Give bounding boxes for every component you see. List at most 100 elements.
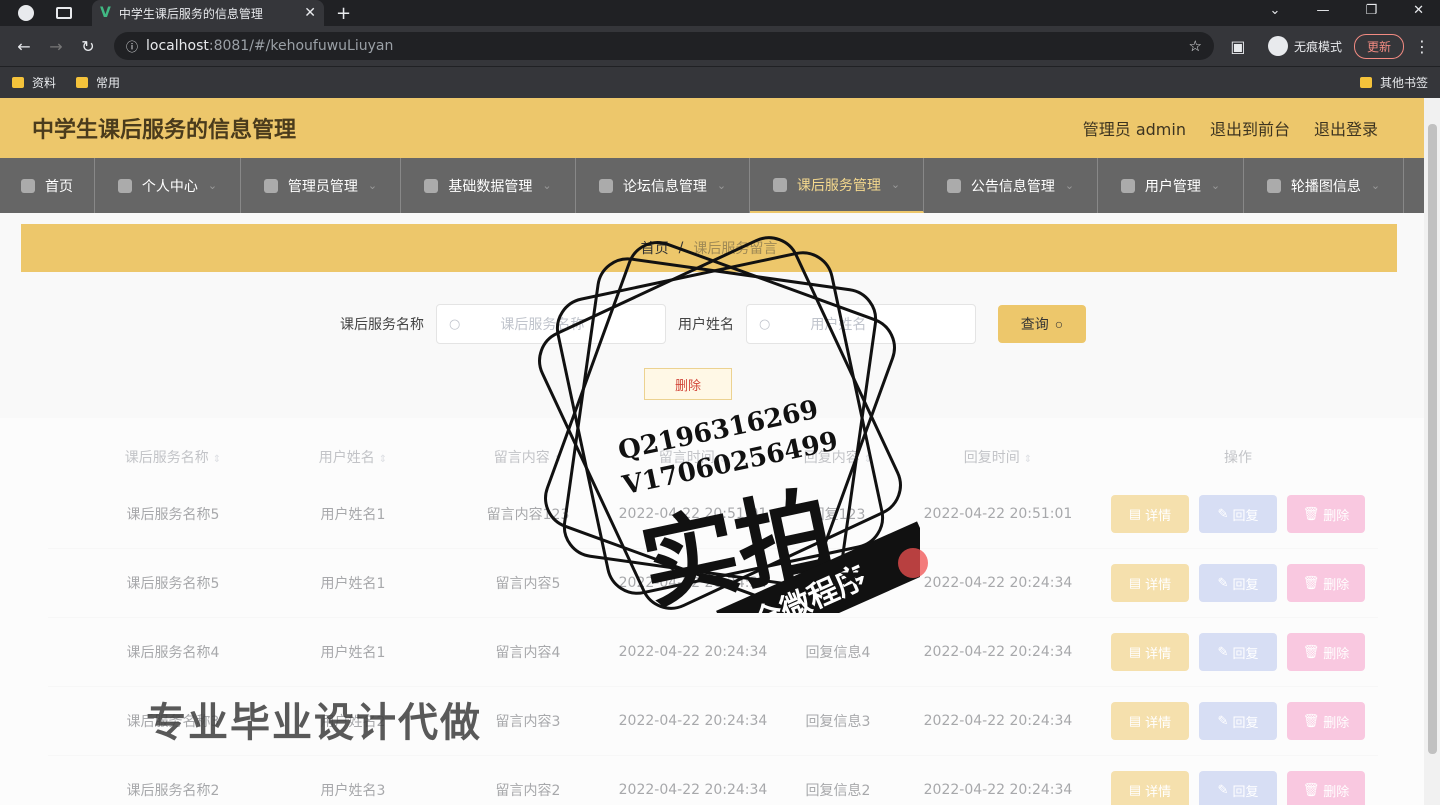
- bookmark-folder[interactable]: 常用: [76, 74, 120, 91]
- new-tab-icon[interactable]: +: [336, 3, 351, 24]
- reply-button[interactable]: ✎ 回复: [1199, 702, 1277, 740]
- compass-icon: [772, 177, 787, 192]
- menu-item-carousel[interactable]: 轮播图信息 ⌄: [1244, 158, 1404, 213]
- update-button[interactable]: 更新: [1353, 33, 1404, 59]
- page-scrollbar[interactable]: [1424, 98, 1440, 805]
- to-front-link[interactable]: 退出到前台: [1210, 116, 1290, 140]
- reply-button[interactable]: ✎ 回复: [1199, 633, 1277, 671]
- browser-tab[interactable]: V 中学生课后服务的信息管理 ✕: [92, 0, 324, 26]
- delete-button[interactable]: 🗑 删除: [1287, 564, 1365, 602]
- query-button[interactable]: 查询 ○: [998, 305, 1086, 343]
- table-body: 课后服务名称5 用户姓名1 留言内容123 2022-04-22 20:51:01 回复…: [48, 480, 1378, 805]
- incognito-indicator[interactable]: 无痕模式: [1267, 36, 1342, 56]
- bookmark-star-icon[interactable]: ☆: [1189, 37, 1202, 55]
- column-header[interactable]: 回复内容 ⇕: [778, 447, 898, 467]
- delete-button[interactable]: 🗑 删除: [1287, 771, 1365, 805]
- menu-item-label: 课后服务管理: [796, 177, 881, 194]
- edit-icon: ✎: [1217, 644, 1229, 659]
- menu-item-base-data[interactable]: 基础数据管理 ⌄: [401, 158, 576, 213]
- delete-button[interactable]: 🗑 删除: [1287, 702, 1365, 740]
- detail-button[interactable]: ▤ 详情: [1111, 495, 1189, 533]
- trash-icon: 🗑: [1302, 644, 1320, 659]
- logout-link[interactable]: 退出登录: [1314, 116, 1378, 140]
- incognito-label: 无痕模式: [1293, 39, 1342, 54]
- trash-icon: 🗑: [1302, 506, 1320, 521]
- reply-button[interactable]: ✎ 回复: [1199, 564, 1277, 602]
- sort-icon: ⇕: [1023, 454, 1033, 465]
- globe-icon[interactable]: [18, 5, 34, 21]
- close-tab-icon[interactable]: ✕: [304, 5, 316, 21]
- address-bar[interactable]: ⓘ localhost :8081/#/kehoufuwuLiuyan ☆: [114, 32, 1214, 60]
- table-cell: 留言内容5: [495, 576, 561, 592]
- column-header[interactable]: 留言内容 ⇕: [448, 447, 608, 467]
- tab-search-icon[interactable]: [56, 7, 72, 19]
- delete-batch-button[interactable]: 删除: [644, 368, 732, 400]
- menu-item-forum[interactable]: 论坛信息管理 ⌄: [576, 158, 750, 213]
- row-actions: ▤ 详情 ✎ 回复 🗑 删除: [1098, 633, 1378, 671]
- back-icon[interactable]: ←: [10, 37, 38, 56]
- side-panel-icon[interactable]: ▣: [1224, 37, 1252, 56]
- table-cell: 回复信息4: [805, 645, 871, 661]
- more-menu-icon[interactable]: ⋮: [1414, 37, 1430, 56]
- detail-button[interactable]: ▤ 详情: [1111, 702, 1189, 740]
- user-name-input[interactable]: ○ 用户姓名: [746, 304, 976, 344]
- bookmark-label: 常用: [96, 76, 121, 90]
- menu-item-label: 首页: [45, 178, 73, 195]
- sort-icon: ⇕: [212, 454, 222, 465]
- row-actions: ▤ 详情 ✎ 回复 🗑 删除: [1098, 702, 1378, 740]
- minimize-icon[interactable]: —: [1316, 3, 1329, 18]
- menu-item-users[interactable]: 用户管理 ⌄: [1098, 158, 1244, 213]
- menu-item-notice[interactable]: 公告信息管理 ⌄: [924, 158, 1098, 213]
- admin-label: 管理员 admin: [1082, 120, 1186, 139]
- menu-item-label: 基础数据管理: [448, 178, 533, 195]
- forward-icon[interactable]: →: [42, 37, 70, 56]
- chevron-down-icon[interactable]: ⌄: [1270, 3, 1281, 18]
- app-header: 中学生课后服务的信息管理 管理员 admin 退出到前台 退出登录: [0, 98, 1424, 158]
- column-header[interactable]: 回复时间 ⇕: [898, 447, 1098, 467]
- edit-icon: ✎: [1217, 575, 1229, 590]
- detail-button[interactable]: ▤ 详情: [1111, 564, 1189, 602]
- delete-button[interactable]: 🗑 删除: [1287, 495, 1365, 533]
- detail-button[interactable]: ▤ 详情: [1111, 633, 1189, 671]
- table-cell: 用户姓名3: [320, 783, 386, 799]
- navigation-icon: [424, 178, 439, 193]
- maximize-icon[interactable]: ❐: [1365, 3, 1377, 18]
- column-header[interactable]: 留言时间 ⇕: [608, 447, 778, 467]
- scrollbar-thumb[interactable]: [1428, 124, 1437, 754]
- column-header[interactable]: 用户姓名 ⇕: [258, 447, 448, 467]
- menu-item-profile[interactable]: 个人中心 ⌄: [95, 158, 241, 213]
- menu-item-label: 个人中心: [141, 178, 198, 195]
- main-menu: 首页 个人中心 ⌄ 管理员管理 ⌄ 基础数据管理 ⌄ 论坛信息管理 ⌄ 课后服务…: [0, 158, 1424, 213]
- reload-icon[interactable]: ↻: [74, 37, 102, 56]
- table-row: 课后服务名称2 用户姓名3 留言内容2 2022-04-22 20:24:34 回复信息…: [48, 756, 1378, 805]
- menu-item-label: 公告信息管理: [970, 178, 1055, 195]
- detail-button[interactable]: ▤ 详情: [1111, 771, 1189, 805]
- other-bookmarks[interactable]: 其他书签: [1359, 74, 1428, 91]
- info-icon[interactable]: ⓘ: [126, 38, 138, 55]
- reply-button[interactable]: ✎ 回复: [1199, 771, 1277, 805]
- folder-icon: [76, 77, 89, 88]
- delete-button[interactable]: 🗑 删除: [1287, 633, 1365, 671]
- menu-item-home[interactable]: 首页: [0, 158, 95, 213]
- folder-icon: [1359, 77, 1372, 88]
- reply-button[interactable]: ✎ 回复: [1199, 495, 1277, 533]
- table-cell: 2022-04-22 20:24:34: [618, 575, 768, 591]
- table-cell: 留言内容123: [486, 507, 570, 523]
- table-cell: 用户姓名1: [320, 507, 386, 523]
- bookmark-folder[interactable]: 资料: [12, 74, 56, 91]
- incognito-icon: [1267, 36, 1288, 56]
- menu-item-label: 管理员管理: [287, 178, 358, 195]
- search-form: 课后服务名称 ○ 课后服务名称 用户姓名 ○ 用户姓名 查询 ○: [340, 304, 1086, 344]
- table-cell: 2022-04-22 20:24:34: [923, 713, 1073, 729]
- tab-title: 中学生课后服务的信息管理: [118, 6, 263, 21]
- column-header[interactable]: 课后服务名称 ⇕: [88, 447, 258, 467]
- breadcrumb-home[interactable]: 首页: [641, 238, 669, 258]
- edit-icon: ✎: [1217, 713, 1229, 728]
- close-window-icon[interactable]: ✕: [1413, 3, 1424, 18]
- chevron-down-icon: ⌄: [716, 179, 727, 192]
- menu-item-after-school[interactable]: 课后服务管理 ⌄: [750, 158, 924, 213]
- service-name-input[interactable]: ○ 课后服务名称: [436, 304, 666, 344]
- menu-item-admin[interactable]: 管理员管理 ⌄: [241, 158, 401, 213]
- send-icon: [263, 178, 278, 193]
- url-host: localhost: [146, 38, 209, 54]
